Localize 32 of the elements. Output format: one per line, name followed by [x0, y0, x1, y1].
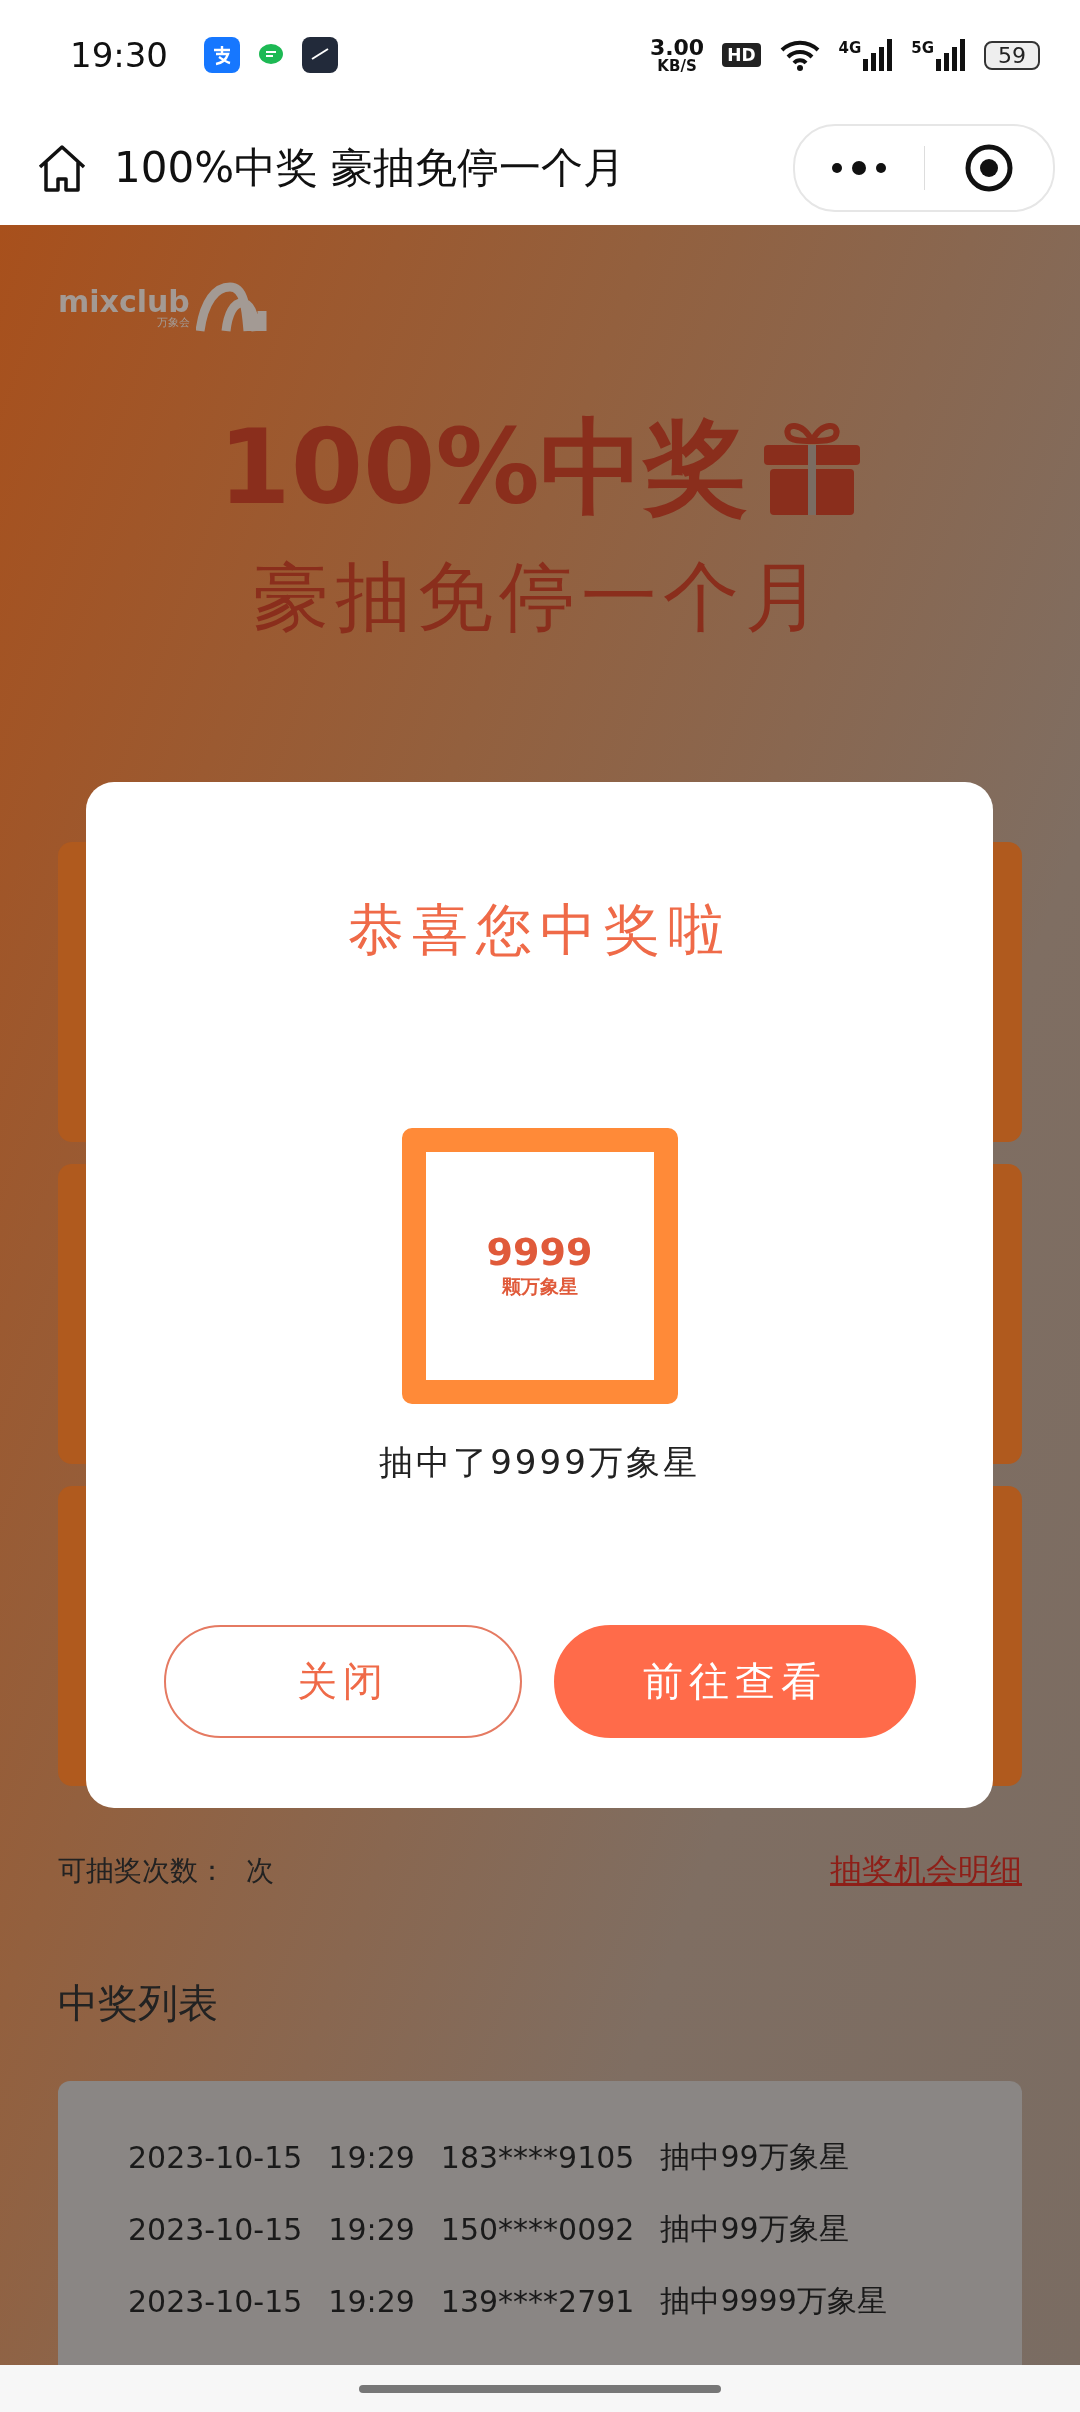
win-prize: 抽中99万象星 [660, 2137, 849, 2176]
network-type: 4G [838, 39, 862, 57]
logo-subtext: 万象会 [156, 316, 190, 328]
logo-text: mixclub [58, 286, 190, 317]
win-time: 19:29 [328, 2211, 415, 2247]
status-time: 19:30 [70, 35, 168, 75]
network-speed: 3.00 [649, 36, 705, 59]
win-phone: 183****9105 [440, 2139, 635, 2175]
draw-count-label: 可抽奖次数： [58, 1853, 226, 1889]
win-date: 2023-10-15 [128, 2211, 303, 2247]
page-title: 100%中奖 豪抽免停一个月 [114, 141, 627, 194]
hd-badge: HD [722, 43, 761, 67]
win-time: 19:29 [328, 2139, 415, 2175]
network-type: 5G [911, 39, 934, 57]
view-button[interactable]: 前往查看 [553, 1625, 916, 1738]
dialog-title: 恭喜您中奖啦 [347, 896, 732, 964]
prize-unit: 颗万象星 [501, 1273, 578, 1299]
speed-unit: KB/S [657, 58, 697, 74]
win-date: 2023-10-15 [128, 2283, 303, 2319]
win-prize: 抽中9999万象星 [660, 2281, 887, 2320]
close-dialog-button[interactable]: 关闭 [163, 1625, 522, 1738]
win-prize: 抽中99万象星 [660, 2209, 849, 2248]
win-phone: 150****0092 [440, 2211, 635, 2247]
prize-caption: 抽中了9999万象星 [379, 1441, 700, 1484]
win-phone: 139****2791 [440, 2283, 635, 2319]
win-time: 19:29 [328, 2283, 415, 2319]
battery-level: 59 [984, 40, 1040, 70]
prize-amount: 9999 [486, 1232, 593, 1274]
draw-details-link[interactable]: 抽奖机会明细 [830, 1849, 1022, 1893]
win-date: 2023-10-15 [128, 2139, 303, 2175]
draw-count-unit: 次 [246, 1853, 274, 1889]
winners-title: 中奖列表 [58, 1979, 219, 2028]
